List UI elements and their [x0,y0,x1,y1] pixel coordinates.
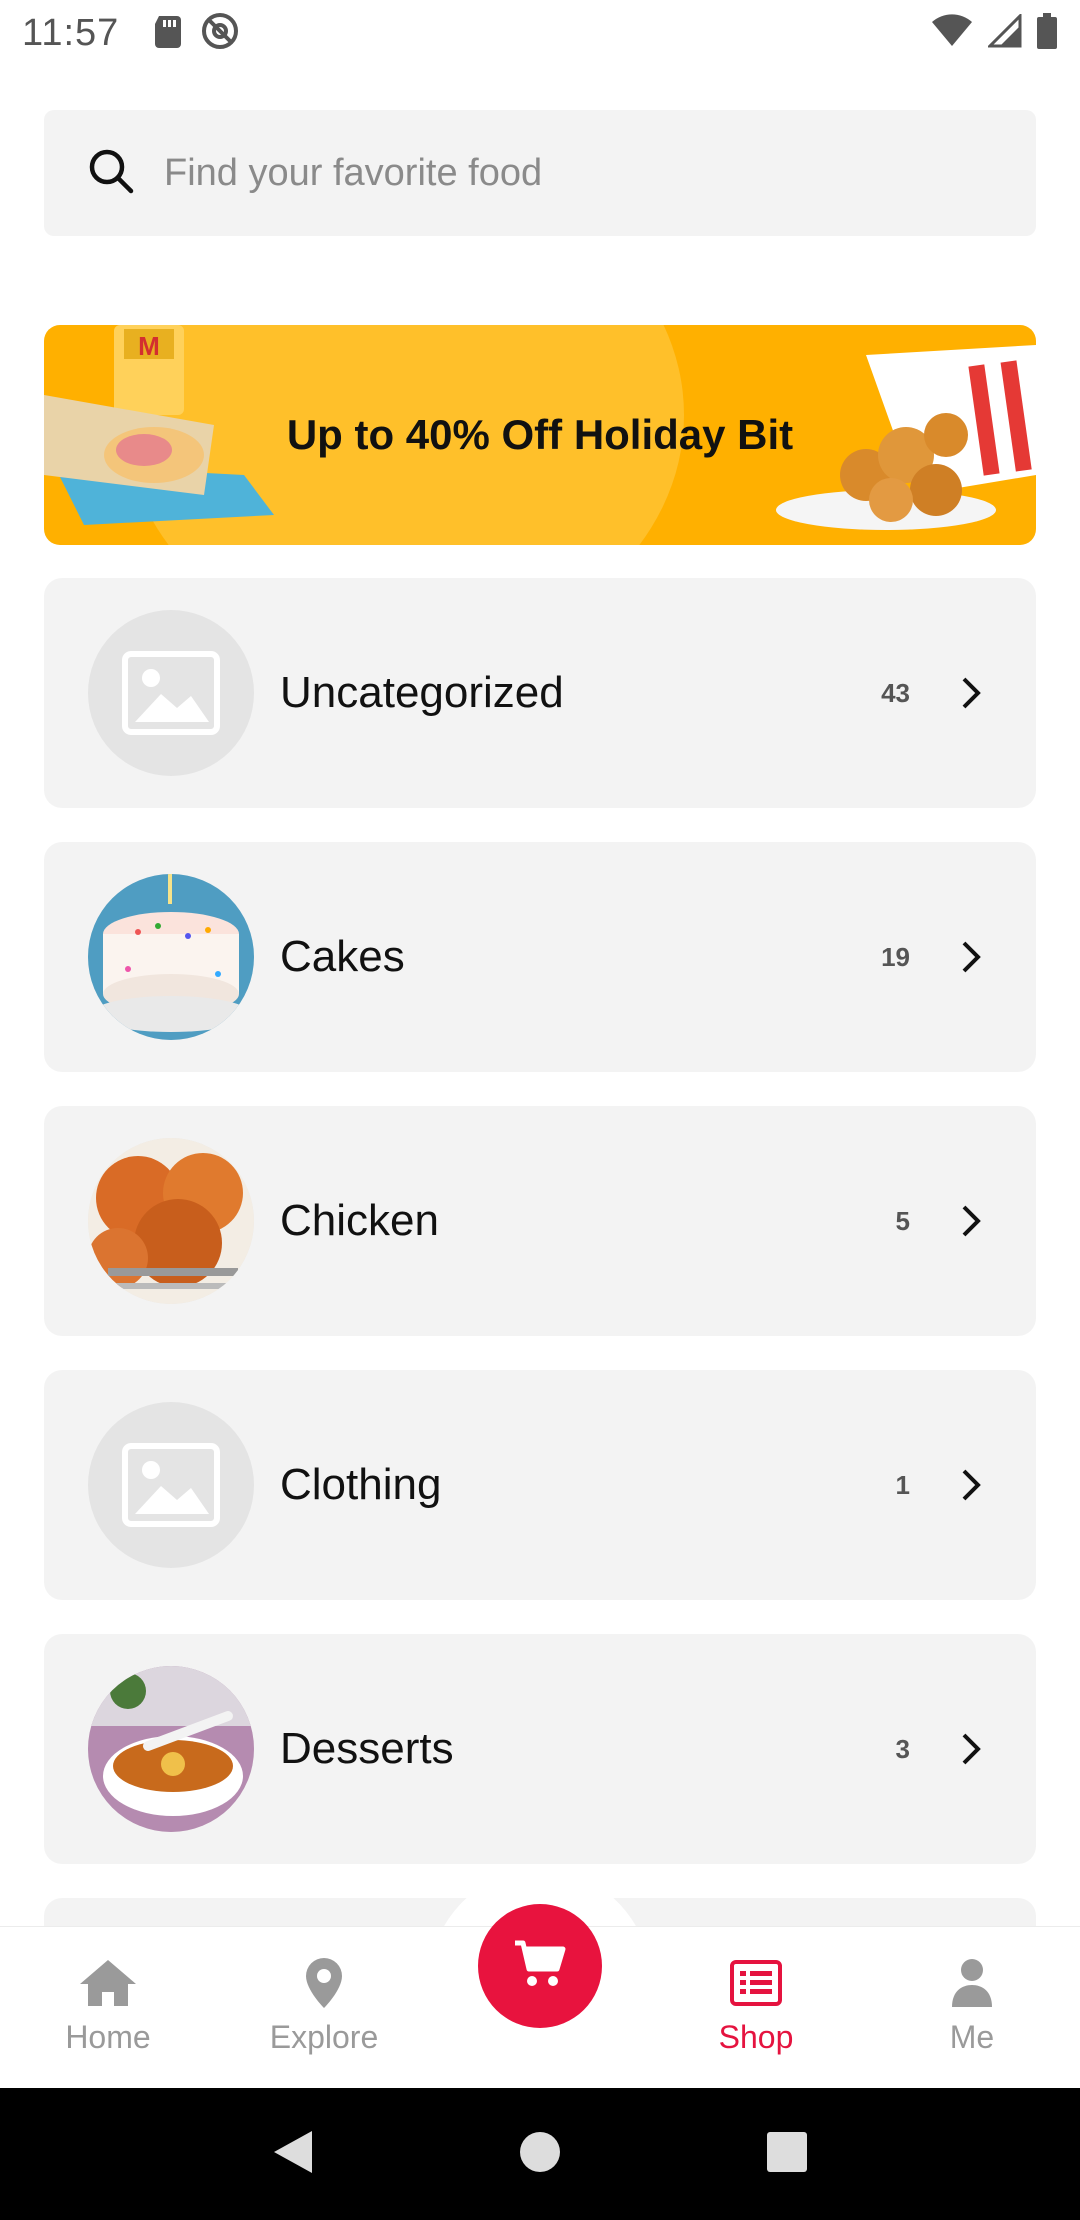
cart-button[interactable] [478,1904,602,2028]
soup-dessert-photo [88,1666,254,1832]
cart-icon [513,1939,567,1994]
nav-item-explore[interactable]: Explore [216,1927,432,2088]
category-name: Uncategorized [280,668,564,717]
chevron-right-icon [958,1465,984,1505]
nav-label-explore: Explore [269,2019,379,2055]
battery-icon [1036,12,1058,54]
category-name: Desserts [280,1724,454,1773]
chevron-right-icon [958,673,984,713]
category-card-cakes[interactable]: Cakes 19 [44,842,1036,1072]
system-nav-bar [0,2088,1080,2220]
sd-card-icon [153,14,183,53]
category-name: Cakes [280,932,405,981]
nav-item-me[interactable]: Me [864,1927,1080,2088]
at-sign-icon [201,12,239,55]
placeholder-image-icon [88,1402,254,1568]
chevron-right-icon [958,1729,984,1769]
category-card-uncategorized[interactable]: Uncategorized 43 [44,578,1036,808]
nav-item-home[interactable]: Home [0,1927,216,2088]
chevron-right-icon [958,937,984,977]
nav-item-shop[interactable]: Shop [648,1927,864,2088]
nav-label-home: Home [65,2019,151,2055]
person-icon [950,1951,994,2015]
recents-icon[interactable] [766,2131,808,2178]
status-icons-left [153,12,239,55]
category-name: Chicken [280,1196,439,1245]
wifi-icon [930,13,974,53]
signal-icon [986,11,1022,53]
category-count: 3 [895,1733,910,1764]
search-bar[interactable] [44,110,1036,236]
promo-banner[interactable]: M Up to 40% Off Holiday Bit [44,325,1036,545]
category-count: 1 [895,1469,910,1500]
status-bar: 11:57 [0,0,1080,66]
category-card-desserts[interactable]: Desserts 3 [44,1634,1036,1864]
category-card-clothing[interactable]: Clothing 1 [44,1370,1036,1600]
chicken-nuggets-image [776,345,1036,530]
status-time: 11:57 [22,11,120,54]
location-pin-icon [304,1951,344,2015]
list-icon [730,1951,782,2015]
placeholder-image-icon [88,610,254,776]
category-list: Uncategorized 43 Cakes 19 Chicken 5 Clot… [44,578,1036,1898]
fried-chicken-photo [88,1138,254,1304]
search-icon [86,146,136,201]
category-count: 5 [895,1205,910,1236]
nav-label-me: Me [949,2019,995,2055]
category-count: 43 [881,677,910,708]
home-icon [78,1951,138,2015]
home-circle-icon[interactable] [519,2131,561,2178]
cake-photo [88,874,254,1040]
category-card-chicken[interactable]: Chicken 5 [44,1106,1036,1336]
chevron-right-icon [958,1201,984,1241]
back-icon[interactable] [272,2129,314,2180]
category-name: Clothing [280,1460,442,1509]
search-input[interactable] [164,151,984,195]
status-icons-right [930,11,1058,54]
category-count: 19 [881,941,910,972]
nav-label-shop: Shop [718,2019,794,2055]
